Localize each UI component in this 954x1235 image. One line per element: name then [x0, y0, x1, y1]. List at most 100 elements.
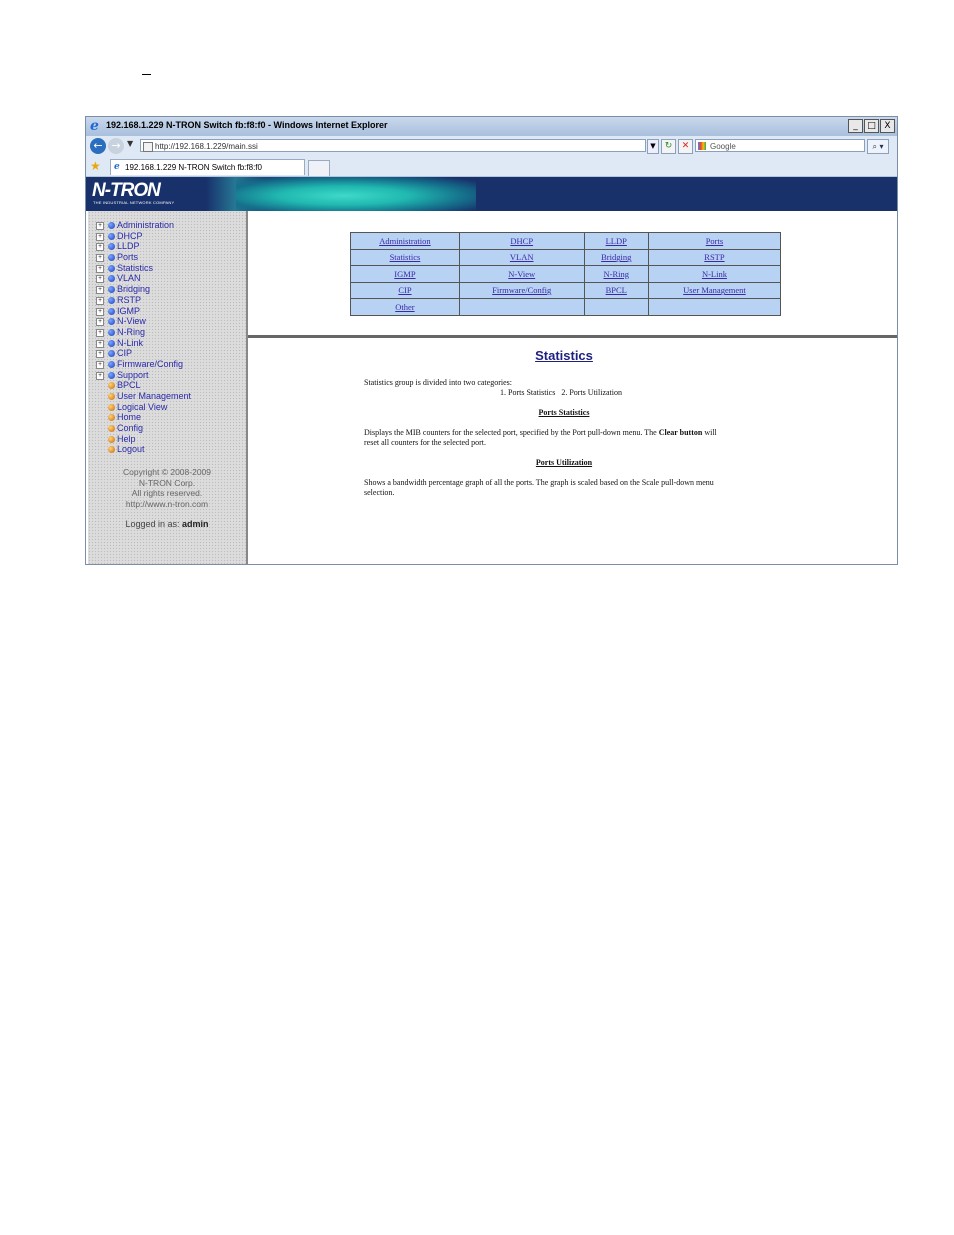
link-n-ring[interactable]: N-Ring — [603, 269, 629, 279]
login-status: Logged in as: admin — [88, 519, 246, 529]
page-title: Statistics — [535, 348, 593, 363]
link-statistics[interactable]: Statistics — [390, 252, 421, 262]
link-bridging[interactable]: Bridging — [601, 252, 631, 262]
expand-icon[interactable]: + — [96, 264, 104, 273]
maximize-button[interactable]: □ — [864, 119, 879, 133]
expand-icon[interactable]: + — [96, 254, 104, 263]
expand-icon[interactable]: + — [96, 360, 104, 369]
link-n-view[interactable]: N-View — [508, 269, 535, 279]
link-user-management[interactable]: User Management — [683, 285, 746, 295]
expand-icon[interactable]: + — [96, 318, 104, 327]
expand-icon[interactable]: + — [96, 371, 104, 380]
expand-icon[interactable]: + — [96, 339, 104, 348]
tab-ie-icon: e — [114, 162, 120, 172]
section-ports-utilization-line1: Shows a bandwidth percentage graph of al… — [364, 478, 714, 487]
category-cell: LLDP — [584, 233, 648, 249]
refresh-button[interactable]: ↻ — [661, 139, 676, 154]
stop-button[interactable]: ✕ — [678, 139, 693, 154]
forward-button[interactable]: → — [108, 138, 124, 154]
category-cell: Bridging — [584, 249, 648, 265]
new-tab-button[interactable] — [308, 160, 330, 176]
sidebar-item-label: N-View — [117, 316, 146, 327]
history-dropdown-icon[interactable]: ▼ — [127, 139, 133, 148]
blue-bullet-icon — [108, 307, 115, 315]
link-administration[interactable]: Administration — [379, 236, 430, 246]
category-cell: Firmware/Config — [459, 282, 584, 298]
blue-bullet-icon — [108, 275, 115, 283]
back-button[interactable]: ← — [90, 138, 106, 154]
tab-active[interactable]: e 192.168.1.229 N-TRON Switch fb:f8:f0 — [110, 159, 305, 175]
copyright-line: N-TRON Corp. — [138, 477, 196, 488]
link-n-link[interactable]: N-Link — [702, 269, 727, 279]
section-title-ports-utilization: Ports Utilization — [535, 458, 593, 467]
category-table: Administration DHCP LLDP Ports Statistics VLA… — [350, 232, 781, 316]
copyright-line: Copyright © 2008-2009 — [122, 467, 211, 477]
link-vlan[interactable]: VLAN — [510, 252, 534, 262]
category-cell: RSTP — [648, 249, 780, 265]
category-cell: Statistics — [351, 249, 459, 265]
sidebar-item-label: BPCL — [117, 380, 141, 391]
link-ports[interactable]: Ports — [706, 236, 723, 246]
sidebar-item-label: DHCP — [117, 230, 143, 241]
blue-bullet-icon — [108, 328, 115, 336]
link-cip[interactable]: CIP — [398, 285, 411, 295]
desc-text: will — [702, 428, 717, 437]
search-placeholder: Google — [710, 142, 736, 151]
favorites-star-icon[interactable]: ★ — [90, 159, 101, 173]
blue-bullet-icon — [108, 232, 115, 240]
link-igmp[interactable]: IGMP — [394, 269, 415, 279]
logo-text: N-TRON — [92, 180, 161, 201]
blue-bullet-icon — [108, 222, 115, 229]
category-cell: N-Ring — [584, 266, 648, 282]
url-dropdown-icon[interactable]: ▼ — [647, 139, 659, 154]
link-lldp[interactable]: LLDP — [606, 236, 627, 246]
nav-frame: Administration DHCP LLDP Ports Statistics VLA… — [248, 211, 897, 338]
section-ports-statistics-line1: Displays the MIB counters for the select… — [364, 428, 717, 438]
link-firmware-config[interactable]: Firmware/Config — [492, 285, 551, 295]
category-cell: User Management — [648, 282, 780, 298]
blue-bullet-icon — [108, 264, 115, 272]
sidebar-item-label: Bridging — [117, 284, 151, 295]
copyright-block: Copyright © 2008-2009 N-TRON Corp. All rig… — [88, 467, 246, 510]
expand-icon[interactable]: + — [96, 222, 104, 230]
sidebar-item-label: LLDP — [117, 241, 140, 252]
category-cell: Administration — [351, 233, 459, 249]
url-text: http://192.168.1.229/main.ssi — [155, 142, 258, 151]
orange-bullet-icon — [108, 425, 115, 433]
expand-icon[interactable]: + — [96, 243, 104, 252]
sidebar-item-label: Logical View — [117, 401, 168, 412]
url-input[interactable]: http://192.168.1.229/main.ssi — [140, 139, 646, 152]
sidebar-item-label: Support — [117, 369, 149, 380]
category-cell: Ports — [648, 233, 780, 249]
browser-window: e 192.168.1.229 N-TRON Switch fb:f8:f0 -… — [85, 116, 898, 565]
link-dhcp[interactable]: DHCP — [510, 236, 533, 246]
intro-text: Statistics group is divided into two cat… — [364, 378, 512, 387]
link-other[interactable]: Other — [395, 302, 414, 312]
expand-icon[interactable]: + — [96, 350, 104, 359]
expand-icon[interactable]: + — [96, 275, 104, 284]
search-button[interactable]: ⌕ ▾ — [867, 139, 889, 154]
expand-icon[interactable]: + — [96, 296, 104, 305]
minimize-button[interactable]: _ — [848, 119, 863, 133]
copyright-line: http://www.n-tron.com — [125, 499, 209, 510]
address-bar: ← → ▼ http://192.168.1.229/main.ssi ▼ ↻ … — [86, 136, 897, 158]
expand-icon[interactable]: + — [96, 232, 104, 241]
blue-bullet-icon — [108, 296, 115, 304]
tab-title: 192.168.1.229 N-TRON Switch fb:f8:f0 — [125, 163, 262, 172]
sidebar-item-label: Home — [117, 412, 142, 423]
sidebar-item-label: Help — [117, 433, 136, 444]
expand-icon[interactable]: + — [96, 307, 104, 316]
search-input[interactable]: Google — [695, 139, 865, 152]
orange-bullet-icon — [108, 403, 115, 411]
ntron-logo: N-TRON THE INDUSTRIAL NETWORK COMPANY — [92, 180, 188, 206]
logged-in-user: admin — [182, 519, 209, 529]
close-button[interactable]: X — [880, 119, 895, 133]
expand-icon[interactable]: + — [96, 328, 104, 337]
link-rstp[interactable]: RSTP — [704, 252, 724, 262]
sidebar-item-label: Statistics — [117, 262, 154, 273]
link-bpcl[interactable]: BPCL — [606, 285, 627, 295]
sidebar-item-label: Logout — [117, 444, 145, 455]
category-cell: N-View — [459, 266, 584, 282]
expand-icon[interactable]: + — [96, 286, 104, 295]
orange-bullet-icon — [108, 435, 115, 443]
